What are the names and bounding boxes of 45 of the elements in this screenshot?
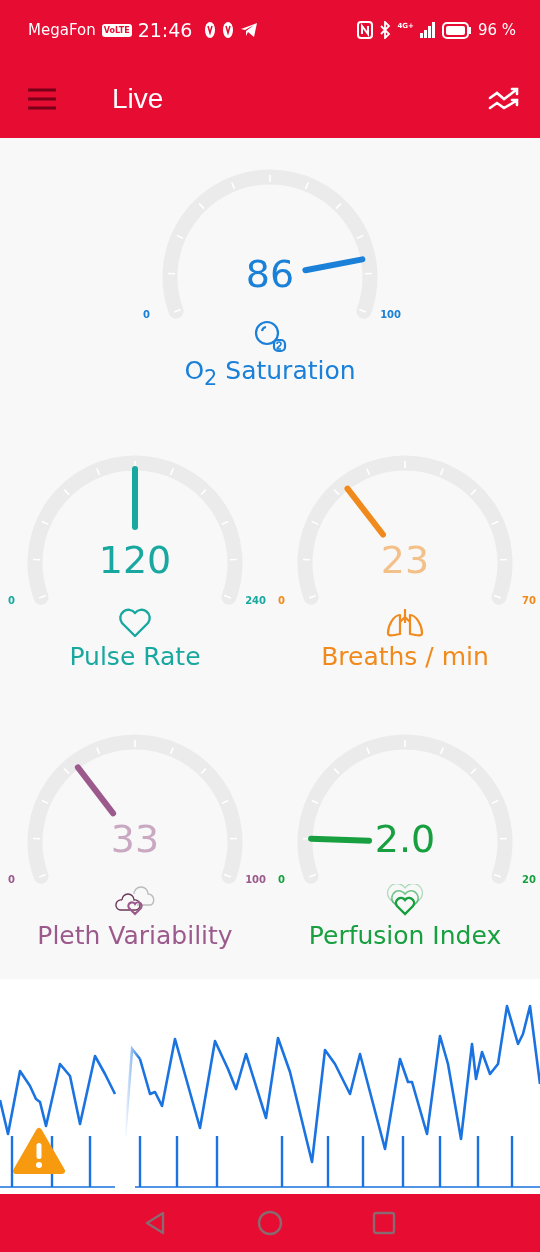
gauge-label: O$_{2}$ Saturation	[184, 355, 356, 392]
gauge-label: Perfusion Index	[308, 920, 502, 952]
gauge-max-label: 100	[245, 874, 266, 885]
gauge-max-label: 70	[522, 595, 536, 606]
battery-icon	[441, 21, 472, 39]
gauge-needle	[308, 835, 372, 844]
gauge-value: 23	[380, 537, 430, 583]
screen-title: Live	[112, 83, 165, 115]
gauge-min-label: 0	[8, 874, 15, 885]
menu-button[interactable]	[26, 87, 58, 111]
gauge-label: Pleth Variability	[37, 920, 233, 952]
gauge-value: 120	[98, 537, 172, 583]
bubble-icon	[253, 319, 287, 353]
heart-icon	[117, 607, 153, 639]
carrier-name: MegaFon	[28, 21, 96, 39]
gauge-needle	[74, 764, 117, 817]
battery-percent: 96 %	[477, 21, 516, 39]
gauge-needle	[302, 256, 366, 274]
gauge-min-label: 0	[278, 874, 285, 885]
gauge-label: Breaths / min	[321, 641, 489, 673]
gauge-min-label: 0	[143, 309, 150, 320]
gauge-value: 2.0	[374, 816, 436, 862]
volte-badge: VoLTE	[101, 23, 132, 37]
warning-icon	[12, 1127, 66, 1177]
gauge-min-label: 0	[278, 595, 285, 606]
clock-time: 21:46	[137, 19, 193, 41]
gauge-label: Pulse Rate	[69, 641, 201, 673]
gauge-needle	[344, 485, 386, 538]
gauge-needle	[132, 466, 138, 530]
telegram-icon	[240, 22, 259, 38]
notification-icon	[222, 21, 235, 39]
recents-button[interactable]	[371, 1210, 397, 1236]
gauge-min-label: 0	[8, 595, 15, 606]
hearts-icon	[385, 884, 425, 918]
bluetooth-icon	[379, 21, 392, 39]
gauge-value: 86	[245, 251, 295, 297]
gauge-max-label: 240	[245, 595, 266, 606]
notification-icon	[204, 21, 217, 39]
nfc-icon	[357, 21, 374, 39]
home-button[interactable]	[257, 1210, 283, 1236]
lungs-icon	[385, 607, 425, 639]
signal-icon	[419, 22, 436, 38]
gauge-value: 33	[110, 816, 160, 862]
gauge-max-label: 20	[522, 874, 536, 885]
gauge-max-label: 100	[380, 309, 401, 320]
